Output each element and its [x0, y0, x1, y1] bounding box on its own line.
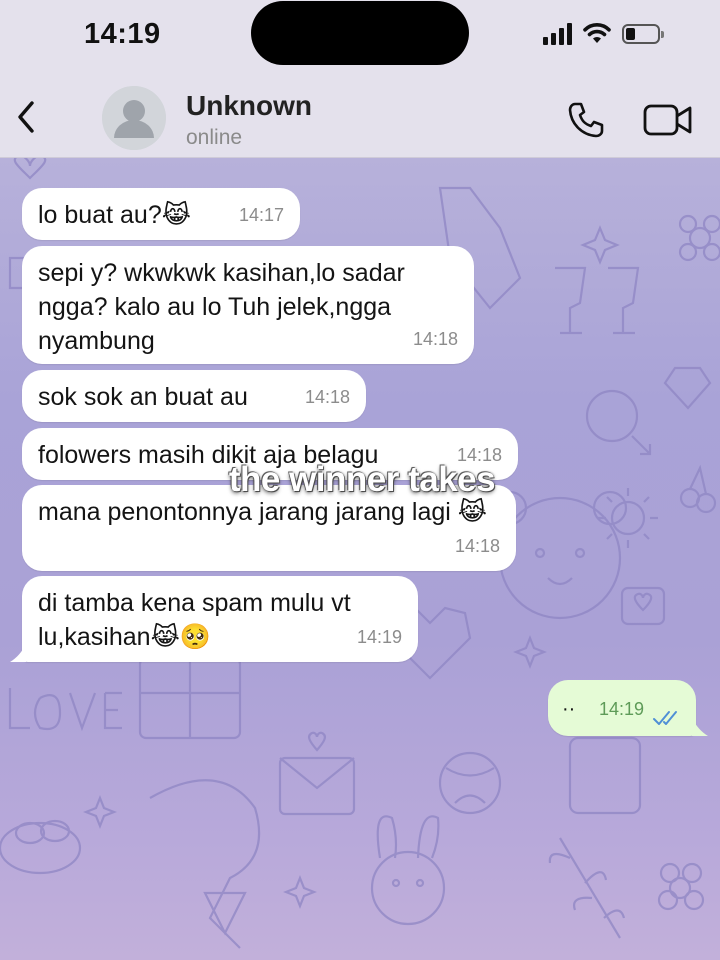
message-bubble-incoming[interactable]: sepi y? wkwkwk kasihan,lo sadar ngga? ka…	[22, 246, 474, 364]
chat-header: Unknown online	[0, 76, 720, 158]
bubble-tail	[692, 718, 708, 736]
message-time: 14:17	[238, 205, 284, 225]
message-time: 14:19	[356, 627, 402, 647]
video-camera-icon	[643, 104, 692, 136]
message-text: sepi y? wkwkwk kasihan,lo sadar ngga? ka…	[38, 259, 405, 355]
message-time: 14:19	[598, 699, 644, 719]
message-time: 14:18	[412, 329, 458, 349]
wifi-icon	[583, 23, 611, 43]
avatar[interactable]	[102, 86, 166, 150]
signal-icon	[543, 23, 572, 45]
dynamic-island	[251, 1, 469, 65]
message-bubble-incoming[interactable]: folowers masih dikit aja belagu 14:18	[22, 428, 518, 480]
message-bubble-incoming[interactable]: di tamba kena spam mulu vt lu,kasihan😹🥺 …	[10, 576, 418, 662]
message-bubble-incoming[interactable]: lo buat au?😹 14:17	[22, 188, 300, 240]
status-icons	[543, 22, 664, 46]
phone-icon	[568, 102, 604, 138]
message-text: folowers masih dikit aja belagu	[38, 441, 379, 469]
chat-area[interactable]: lo buat au?😹 14:17 sepi y? wkwkwk kasiha…	[0, 158, 720, 960]
message-time: 14:18	[456, 445, 502, 465]
contact-status: online	[186, 126, 243, 149]
status-bar: 14:19	[0, 0, 720, 76]
back-button[interactable]	[6, 92, 46, 142]
contact-name[interactable]: Unknown	[186, 90, 312, 122]
message-text: mana penontonnya jarang jarang lagi 😹	[38, 498, 487, 526]
message-bubble-incoming[interactable]: mana penontonnya jarang jarang lagi 😹 14…	[22, 485, 516, 571]
back-chevron-icon	[18, 101, 34, 133]
battery-icon	[622, 24, 664, 44]
bubble-tail	[10, 644, 26, 662]
call-button[interactable]	[562, 96, 610, 144]
video-call-button[interactable]	[640, 98, 696, 142]
read-receipt-icon	[653, 711, 677, 725]
message-time: 14:18	[454, 536, 500, 556]
avatar-placeholder-icon	[102, 86, 166, 150]
message-bubble-incoming[interactable]: sok sok an buat au 14:18	[22, 370, 366, 422]
message-bubble-outgoing[interactable]: ·· 14:19	[548, 680, 708, 736]
status-time: 14:19	[84, 18, 161, 50]
message-time: 14:18	[304, 387, 350, 407]
